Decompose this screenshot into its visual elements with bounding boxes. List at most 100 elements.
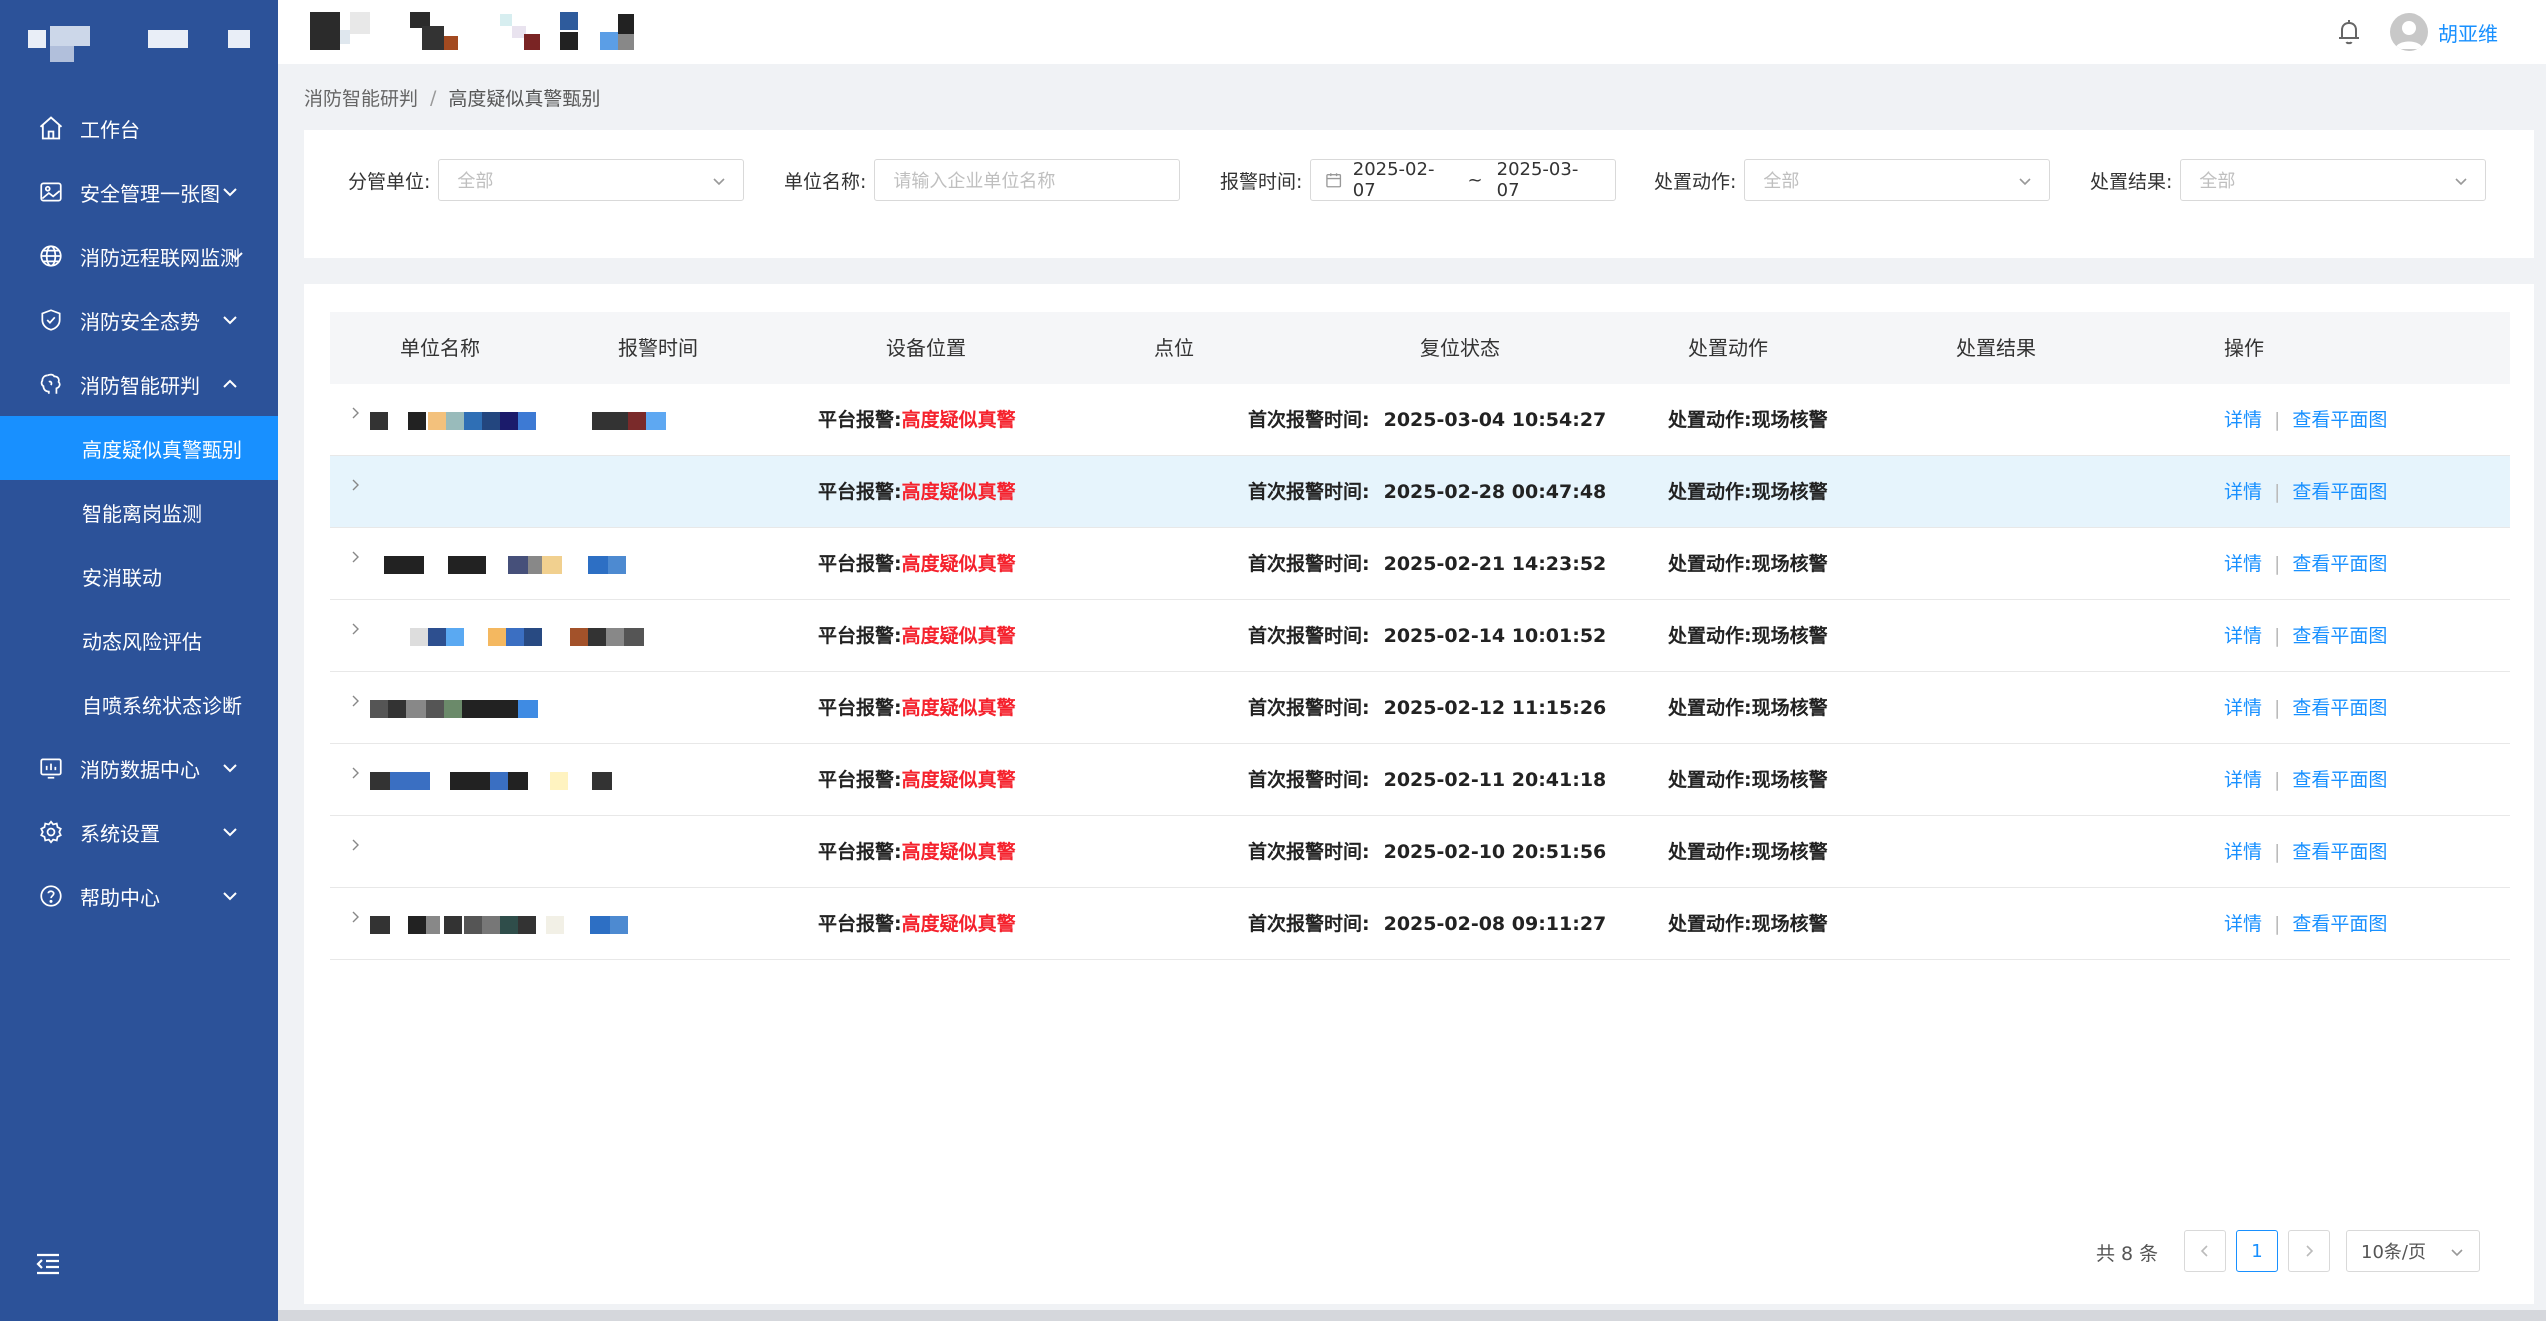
- user-menu[interactable]: 胡亚维: [2390, 12, 2498, 52]
- operation-cell: 详情 | 查看平面图: [2224, 888, 2387, 960]
- view-floor-plan-link[interactable]: 查看平面图: [2292, 409, 2387, 431]
- alarm-type-cell: 平台报警:高度疑似真警: [818, 672, 1016, 744]
- division-select[interactable]: 全部: [438, 159, 745, 201]
- table-row[interactable]: 平台报警:高度疑似真警 首次报警时间: 2025-02-10 20:51:56 处置动…: [330, 816, 2510, 888]
- detail-link[interactable]: 详情: [2224, 625, 2262, 647]
- table-row[interactable]: 平台报警:高度疑似真警 首次报警时间: 2025-03-04 10:54:27 处置动…: [330, 384, 2510, 456]
- view-floor-plan-link[interactable]: 查看平面图: [2292, 769, 2387, 791]
- first-time: 2025-02-08 09:11:27: [1383, 913, 1607, 935]
- breadcrumb-parent[interactable]: 消防智能研判: [304, 84, 418, 111]
- alarm-type: 高度疑似真警: [901, 697, 1016, 719]
- table-row[interactable]: 平台报警:高度疑似真警 首次报警时间: 2025-02-28 00:47:48 处置动…: [330, 456, 2510, 528]
- sidebar-subitem-risk-assessment[interactable]: 动态风险评估: [0, 608, 278, 672]
- collapse-menu-icon[interactable]: [34, 1250, 62, 1278]
- table-row[interactable]: 平台报警:高度疑似真警 首次报警时间: 2025-02-08 09:11:27 处置动…: [330, 888, 2510, 960]
- table-row[interactable]: 平台报警:高度疑似真警 首次报警时间: 2025-02-11 20:41:18 处置动…: [330, 744, 2510, 816]
- sidebar-item-system-settings[interactable]: 系统设置: [0, 800, 278, 864]
- unit-name-input[interactable]: 请输入企业单位名称: [874, 159, 1181, 201]
- chevron-down-icon: [223, 892, 237, 901]
- view-floor-plan-link[interactable]: 查看平面图: [2292, 625, 2387, 647]
- sidebar-item-label: 帮助中心: [80, 885, 160, 910]
- page-size-select[interactable]: 10条/页: [2346, 1230, 2480, 1272]
- detail-link[interactable]: 详情: [2224, 697, 2262, 719]
- table-row[interactable]: 平台报警:高度疑似真警 首次报警时间: 2025-02-14 10:01:52 处置动…: [330, 600, 2510, 672]
- breadcrumb-separator: /: [430, 86, 437, 109]
- first-label: 首次报警时间:: [1248, 481, 1370, 503]
- sidebar-item-data-center[interactable]: 消防数据中心: [0, 736, 278, 800]
- action-cell: 处置动作:现场核警: [1668, 384, 1828, 456]
- alarm-type: 高度疑似真警: [901, 841, 1016, 863]
- action: 现场核警: [1751, 409, 1828, 431]
- table-row[interactable]: 平台报警:高度疑似真警 首次报警时间: 2025-02-12 11:15:26 处置动…: [330, 672, 2510, 744]
- chevron-down-icon: [2019, 178, 2031, 186]
- alarm-type: 高度疑似真警: [901, 553, 1016, 575]
- action: 现场核警: [1751, 553, 1828, 575]
- unit-name-redacted: [370, 912, 690, 936]
- action-cell: 处置动作:现场核警: [1668, 816, 1828, 888]
- unit-name-redacted: [370, 408, 690, 432]
- operation-cell: 详情 | 查看平面图: [2224, 672, 2387, 744]
- detail-link[interactable]: 详情: [2224, 913, 2262, 935]
- action-cell: 处置动作:现场核警: [1668, 744, 1828, 816]
- operation-separator: |: [2274, 697, 2281, 719]
- view-floor-plan-link[interactable]: 查看平面图: [2292, 913, 2387, 935]
- sidebar-item-fire-situation[interactable]: 消防安全态势: [0, 288, 278, 352]
- sidebar-subitem-true-alarm-screening[interactable]: 高度疑似真警甄别: [0, 416, 278, 480]
- expand-row-icon[interactable]: [348, 550, 362, 564]
- sidebar-item-safety-map[interactable]: 安全管理一张图: [0, 160, 278, 224]
- date-range-picker[interactable]: 2025-02-07 ~ 2025-03-07: [1310, 159, 1617, 201]
- alarm-label: 平台报警:: [818, 841, 902, 863]
- table-panel: 单位名称 报警时间 设备位置 点位 复位状态 处置动作 处置结果 操作 平台报警…: [304, 284, 2534, 1304]
- column-header: 设备位置: [886, 336, 966, 360]
- detail-link[interactable]: 详情: [2224, 481, 2262, 503]
- sidebar-subitem-off-duty-monitor[interactable]: 智能离岗监测: [0, 480, 278, 544]
- unit-name-redacted: [370, 696, 690, 720]
- expand-row-icon[interactable]: [348, 910, 362, 924]
- expand-row-icon[interactable]: [348, 478, 362, 492]
- filter-division: 分管单位: 全部: [348, 158, 745, 202]
- view-floor-plan-link[interactable]: 查看平面图: [2292, 697, 2387, 719]
- first-label: 首次报警时间:: [1248, 553, 1370, 575]
- sidebar-item-help-center[interactable]: 帮助中心: [0, 864, 278, 928]
- sidebar-item-remote-monitor[interactable]: 消防远程联网监测: [0, 224, 278, 288]
- alarm-time-label: 报警时间:: [1220, 170, 1303, 193]
- expand-row-icon[interactable]: [348, 406, 362, 420]
- horizontal-scrollbar[interactable]: [278, 1310, 2546, 1321]
- sidebar-item-smart-analysis[interactable]: 消防智能研判: [0, 352, 278, 416]
- detail-link[interactable]: 详情: [2224, 841, 2262, 863]
- sidebar-subitem-sprinkler-diagnosis[interactable]: 自喷系统状态诊断: [0, 672, 278, 736]
- detail-link[interactable]: 详情: [2224, 769, 2262, 791]
- expand-row-icon[interactable]: [348, 838, 362, 852]
- action-select[interactable]: 全部: [1744, 159, 2051, 201]
- expand-row-icon[interactable]: [348, 694, 362, 708]
- view-floor-plan-link[interactable]: 查看平面图: [2292, 841, 2387, 863]
- table-row[interactable]: 平台报警:高度疑似真警 首次报警时间: 2025-02-21 14:23:52 处置动…: [330, 528, 2510, 600]
- prev-page-button[interactable]: [2184, 1230, 2226, 1272]
- next-page-button[interactable]: [2288, 1230, 2330, 1272]
- result-value: 全部: [2199, 171, 2236, 192]
- operation-cell: 详情 | 查看平面图: [2224, 816, 2387, 888]
- expand-row-icon[interactable]: [348, 766, 362, 780]
- sidebar-item-label: 系统设置: [80, 821, 160, 846]
- expand-row-icon[interactable]: [348, 622, 362, 636]
- detail-link[interactable]: 详情: [2224, 409, 2262, 431]
- result-select[interactable]: 全部: [2180, 159, 2487, 201]
- sidebar-subitem-security-fire-linkage[interactable]: 安消联动: [0, 544, 278, 608]
- header-logo: [310, 10, 634, 52]
- alarm-type-cell: 平台报警:高度疑似真警: [818, 888, 1016, 960]
- operation-separator: |: [2274, 769, 2281, 791]
- page-button-current[interactable]: 1: [2236, 1230, 2278, 1272]
- unit-name-placeholder: 请输入企业单位名称: [893, 171, 1056, 192]
- view-floor-plan-link[interactable]: 查看平面图: [2292, 553, 2387, 575]
- column-header: 处置动作: [1688, 336, 1768, 360]
- bell-icon[interactable]: [2333, 16, 2365, 48]
- sidebar-item-workbench[interactable]: 工作台: [0, 96, 278, 160]
- detail-link[interactable]: 详情: [2224, 553, 2262, 575]
- unit-name-redacted: [370, 624, 690, 648]
- avatar: [2390, 13, 2428, 51]
- view-floor-plan-link[interactable]: 查看平面图: [2292, 481, 2387, 503]
- chevron-right-icon: [2306, 1245, 2314, 1257]
- filter-alarm-time: 报警时间: 2025-02-07 ~ 2025-03-07: [1220, 158, 1617, 202]
- alarm-type: 高度疑似真警: [901, 481, 1016, 503]
- chevron-down-icon: [713, 178, 725, 186]
